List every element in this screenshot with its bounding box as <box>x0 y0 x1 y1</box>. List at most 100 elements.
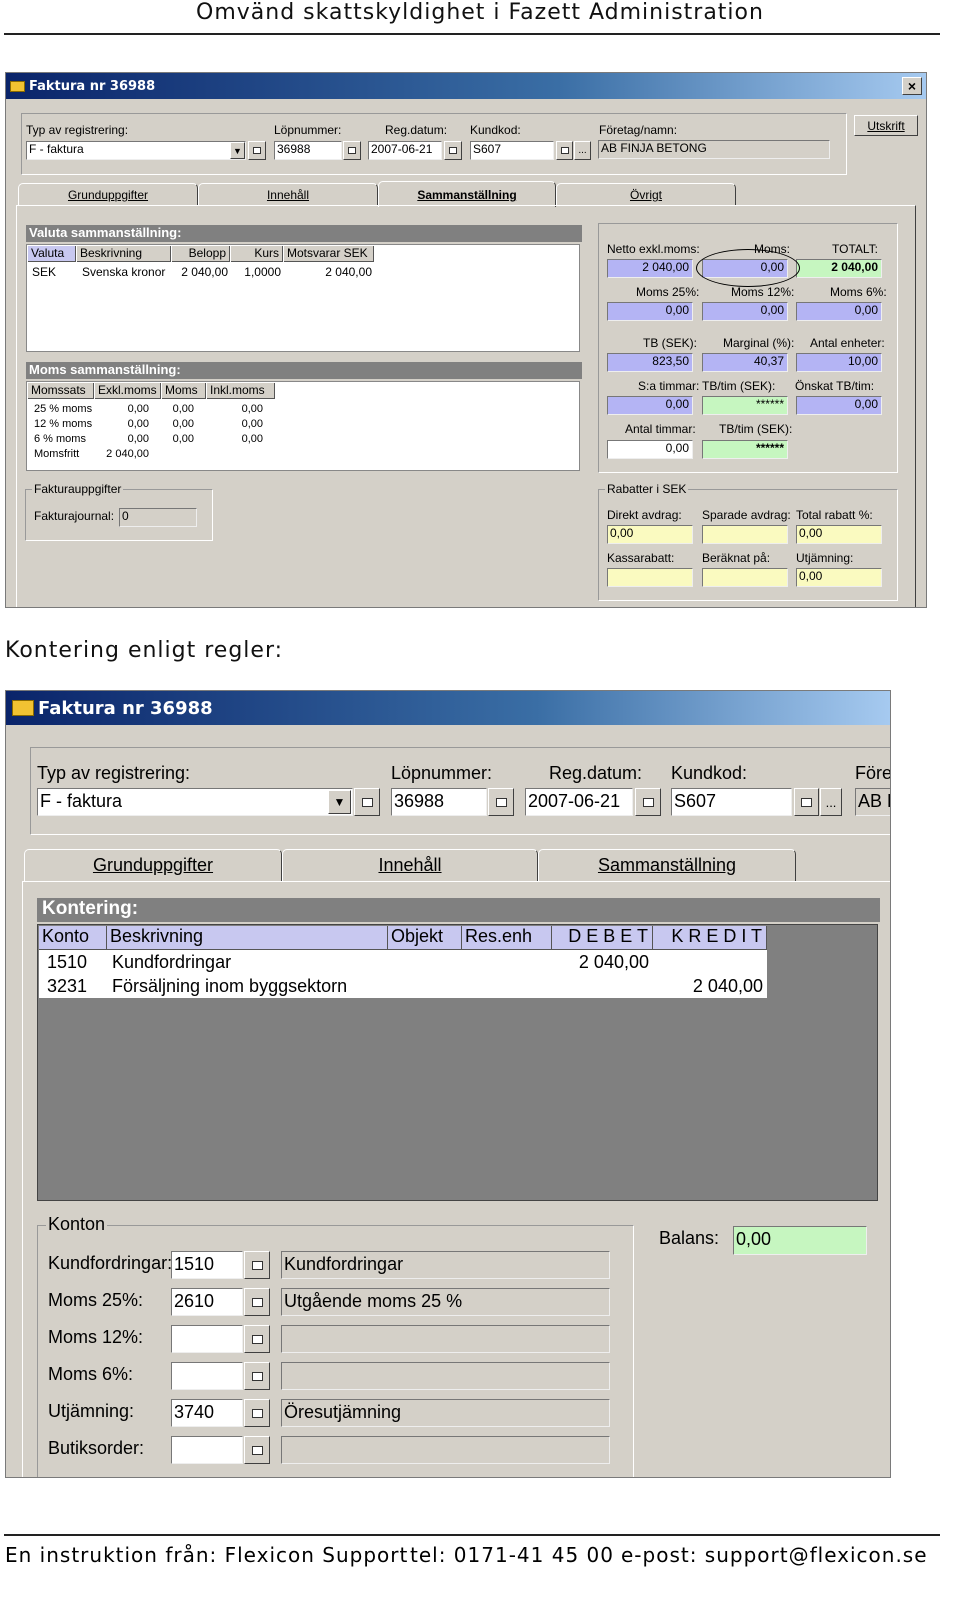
konton-description-field: Öresutjämning <box>281 1399 610 1427</box>
regdatum-field[interactable]: 2007-06-21 <box>368 141 442 160</box>
lookup-button-lopnummer[interactable] <box>343 141 361 160</box>
browse-button-kund[interactable]: ... <box>820 788 842 816</box>
beraknat-field[interactable] <box>702 568 788 587</box>
kontering-cell: 1510 <box>46 952 88 972</box>
m6-label: Moms 6%: <box>830 285 887 299</box>
utjamning-field[interactable]: 0,00 <box>796 568 882 587</box>
m25-label: Moms 25%: <box>636 285 700 299</box>
konton-description-field: Utgående moms 25 % <box>281 1288 610 1316</box>
valuta-cell: 2 040,00 <box>181 265 228 279</box>
valuta-col-belopp: Belopp <box>172 246 230 262</box>
kundkod-field[interactable]: S607 <box>470 141 554 160</box>
lookup-icon <box>253 147 261 154</box>
dropdown-arrow-icon[interactable]: ▼ <box>328 790 351 814</box>
konton-account-field[interactable] <box>171 1436 243 1464</box>
fakturajournal-label: Fakturajournal: <box>34 509 115 523</box>
moms-col-moms: Moms <box>162 383 206 399</box>
tab-innehall[interactable]: Innehåll <box>198 183 378 205</box>
kontering-cell: 2 040,00 <box>692 976 763 996</box>
tab-innehall[interactable]: Innehåll <box>282 849 538 881</box>
footer-tel: tel: 0171-41 45 00 <box>410 1543 614 1567</box>
tab-sammanstallning[interactable]: Sammanställning <box>378 181 556 207</box>
print-button[interactable]: Utskrift <box>854 115 918 136</box>
valuta-header: Valuta sammanställning: <box>26 225 582 242</box>
valuta-col-valuta: Valuta <box>28 246 76 262</box>
lookup-button-kund[interactable] <box>556 141 573 160</box>
konton-account-field[interactable] <box>171 1362 243 1390</box>
lookup-button-type[interactable] <box>354 788 380 816</box>
dropdown-arrow-icon[interactable]: ▼ <box>230 142 245 159</box>
lookup-button-kund[interactable] <box>794 788 819 816</box>
regdatum-field[interactable]: 2007-06-21 <box>525 788 633 816</box>
onskat-field[interactable]: 0,00 <box>796 396 882 415</box>
konton-legend: Konton <box>46 1214 108 1235</box>
direkt-field[interactable]: 0,00 <box>607 525 693 544</box>
tab-sammanstallning[interactable]: Sammanställning <box>538 849 796 881</box>
account-lookup-button[interactable] <box>244 1436 270 1464</box>
sparade-label: Sparade avdrag: <box>702 508 791 522</box>
lookup-icon <box>560 147 569 154</box>
sa-timmar-field: 0,00 <box>607 396 693 415</box>
tab-grunduppgifter[interactable]: Grunduppgifter <box>24 849 282 881</box>
totalt-field: 2 040,00 <box>796 259 882 278</box>
document-title: Omvänd skattskyldighet i Fazett Administ… <box>196 0 764 25</box>
konton-account-field[interactable]: 2610 <box>171 1288 243 1316</box>
antal-field: 10,00 <box>796 353 882 372</box>
footer-from: En instruktion från: Flexicon Support <box>5 1543 409 1567</box>
calendar-icon <box>642 797 654 807</box>
balans-label: Balans: <box>659 1228 720 1248</box>
folder-icon <box>12 700 34 716</box>
marginal-label: Marginal (%): <box>723 336 795 350</box>
lopnummer-field[interactable]: 36988 <box>274 141 342 160</box>
konton-description-field <box>281 1436 610 1464</box>
moms-cell: 0,00 <box>241 403 263 415</box>
valuta-col-kurs: Kurs <box>231 246 283 262</box>
tbtim2-label: TB/tim (SEK): <box>719 422 793 436</box>
account-lookup-button[interactable] <box>244 1399 270 1427</box>
kontering-cell: 2 040,00 <box>578 952 649 972</box>
fakturajournal-field: 0 <box>119 508 197 527</box>
lopnummer-label: Löpnummer: <box>391 763 493 783</box>
konton-account-field[interactable]: 3740 <box>171 1399 243 1427</box>
browse-button-kund[interactable]: ... <box>574 141 591 160</box>
moms-cell: 0,00 <box>172 403 194 415</box>
type-select[interactable]: F - faktura <box>37 788 353 816</box>
calendar-icon <box>449 147 457 154</box>
calendar-button[interactable] <box>635 788 661 816</box>
close-button[interactable]: × <box>902 77 922 95</box>
window-titlebar: Faktura nr 36988 <box>6 691 890 725</box>
account-lookup-button[interactable] <box>244 1362 270 1390</box>
tab-ovrigt[interactable]: Övrigt <box>556 183 736 205</box>
netto-label: Netto exkl.moms: <box>607 242 700 256</box>
lookup-button-lopnummer[interactable] <box>488 788 514 816</box>
account-lookup-button[interactable] <box>244 1251 270 1279</box>
sparade-field[interactable] <box>702 525 788 544</box>
m25-field: 0,00 <box>607 302 693 321</box>
account-lookup-button[interactable] <box>244 1288 270 1316</box>
lopnummer-field[interactable]: 36988 <box>391 788 487 816</box>
total-rabatt-field[interactable]: 0,00 <box>796 525 882 544</box>
footer-email: e-post: support@flexicon.se <box>621 1543 928 1567</box>
kundkod-field[interactable]: S607 <box>671 788 792 816</box>
calendar-button[interactable] <box>444 141 462 160</box>
total-rabatt-label: Total rabatt %: <box>796 508 873 522</box>
antal-timmar-field[interactable]: 0,00 <box>607 440 693 459</box>
type-label: Typ av registrering: <box>37 763 191 783</box>
tab-grunduppgifter[interactable]: Grunduppgifter <box>18 183 198 205</box>
kassarabatt-field[interactable] <box>607 568 693 587</box>
moms-cell: 0,00 <box>127 433 149 445</box>
valuta-cell: 1,0000 <box>244 265 281 279</box>
utjamning-label: Utjämning: <box>796 551 854 565</box>
lookup-button-type[interactable] <box>248 141 266 160</box>
lookup-icon <box>251 1260 263 1270</box>
kundkod-label: Kundkod: <box>671 763 748 783</box>
lookup-icon <box>251 1334 263 1344</box>
lookup-icon <box>251 1408 263 1418</box>
konton-account-field[interactable]: 1510 <box>171 1251 243 1279</box>
kassarabatt-label: Kassarabatt: <box>607 551 675 565</box>
konton-account-field[interactable] <box>171 1325 243 1353</box>
account-lookup-button[interactable] <box>244 1325 270 1353</box>
type-select[interactable]: F - faktura <box>26 141 246 160</box>
kontering-cell: Försäljning inom byggsektorn <box>112 976 348 996</box>
valuta-cell: SEK <box>32 265 57 279</box>
